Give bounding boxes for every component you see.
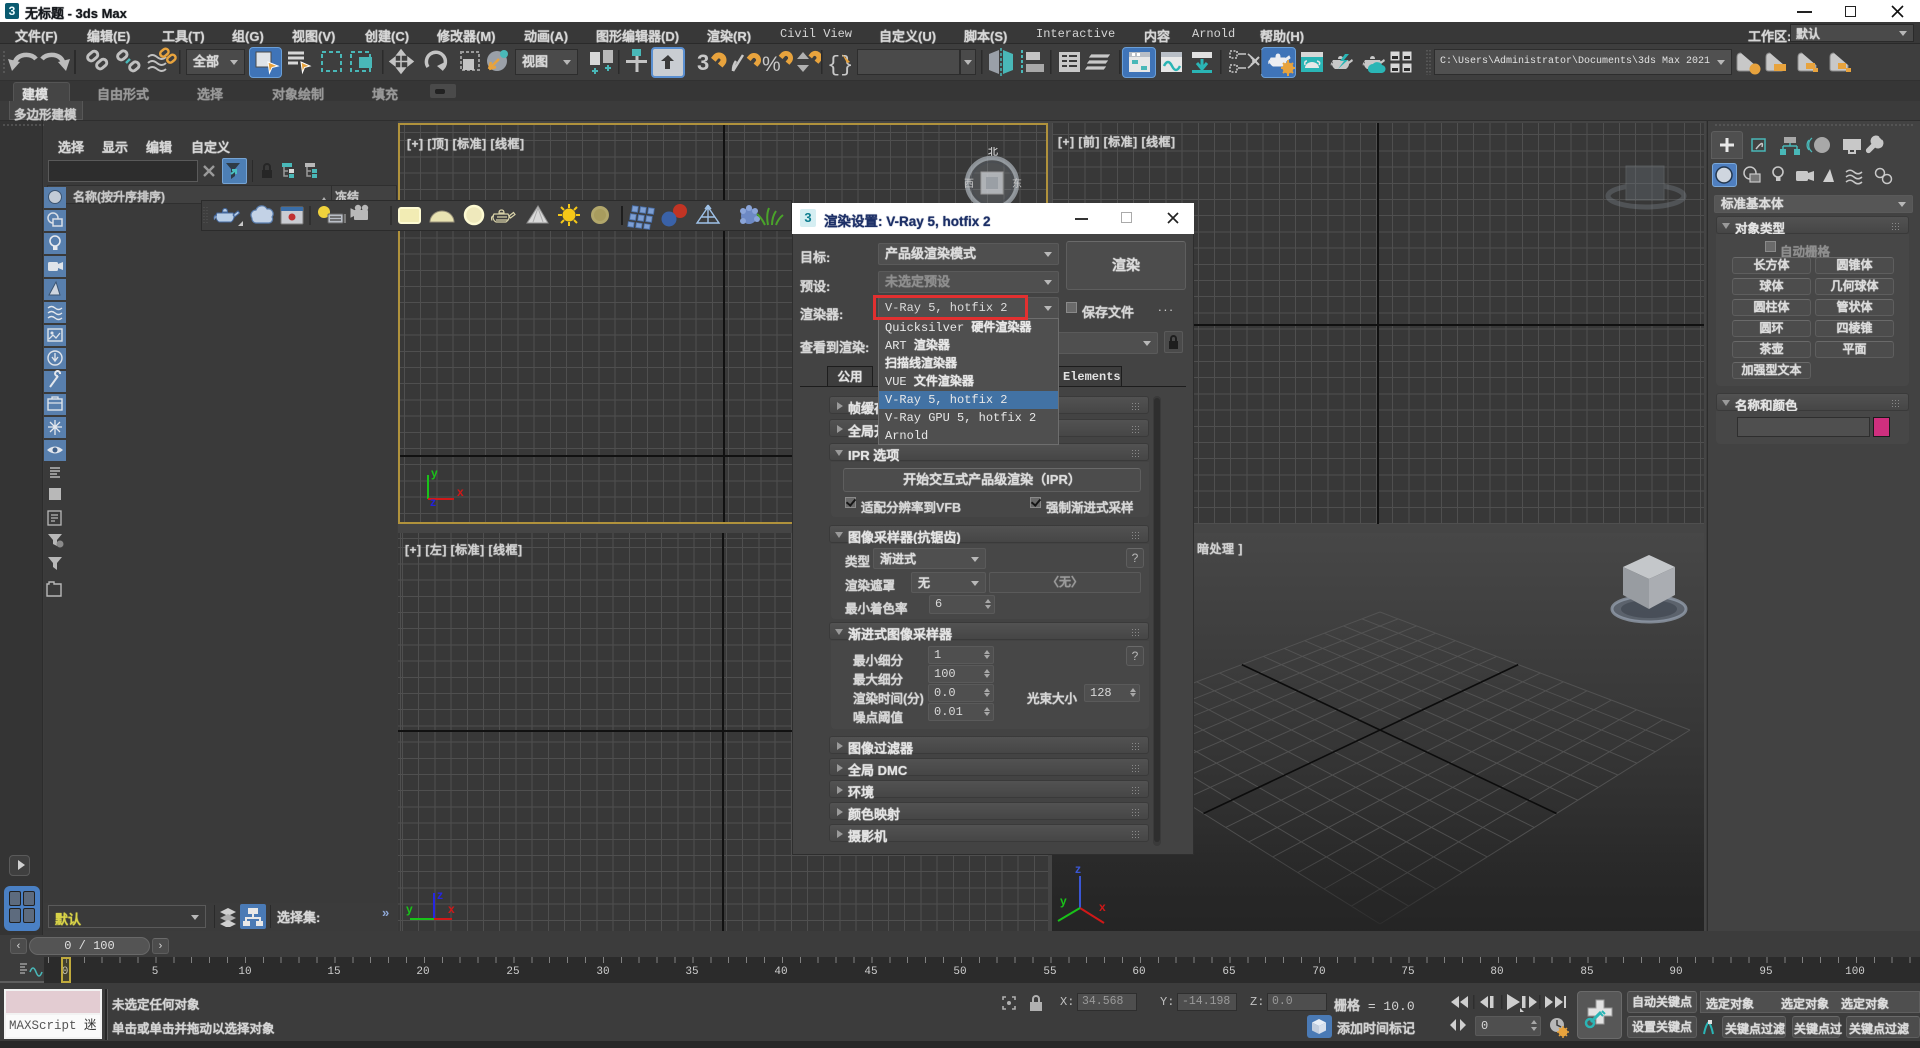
svg-text:3: 3 [697, 50, 709, 75]
svg-text:x: x [457, 485, 464, 499]
svg-text:y: y [406, 902, 413, 916]
svg-text:东: 东 [1012, 177, 1022, 190]
svg-text:y: y [431, 466, 438, 480]
svg-text:西: 西 [964, 179, 974, 190]
svg-text:z: z [1075, 862, 1081, 876]
svg-text:{}: {} [827, 53, 853, 78]
svg-text:x: x [1099, 900, 1106, 914]
svg-text:x: x [448, 902, 455, 916]
svg-text:北: 北 [988, 147, 998, 158]
svg-text:y: y [1060, 894, 1067, 908]
svg-text:z: z [437, 888, 443, 902]
svg-text:%: % [762, 53, 781, 76]
svg-text:z: z [430, 495, 436, 509]
